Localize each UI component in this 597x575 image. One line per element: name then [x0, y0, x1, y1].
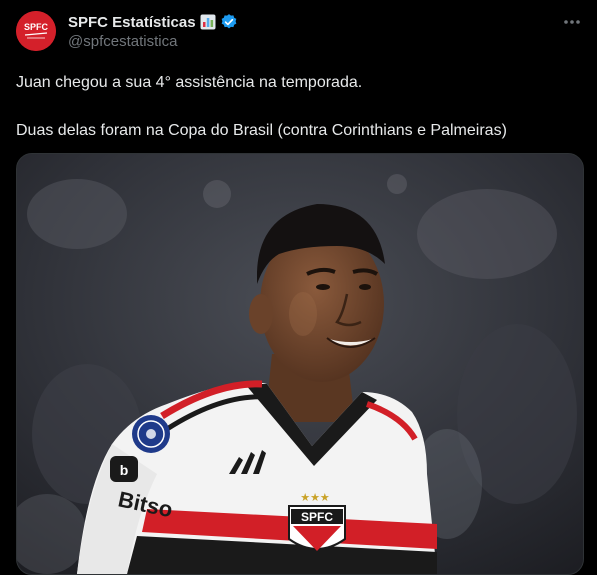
- tweet-photo[interactable]: b Bitso ★★★ SPFC: [16, 153, 584, 575]
- bar-chart-emoji-icon: [200, 14, 216, 30]
- svg-text:b: b: [120, 462, 129, 478]
- more-options-icon: [564, 20, 580, 24]
- spfc-logo-icon: SPFC: [16, 11, 56, 51]
- svg-text:SPFC: SPFC: [24, 22, 49, 32]
- author-name-row[interactable]: SPFC Estatísticas: [68, 12, 238, 32]
- display-name[interactable]: SPFC Estatísticas: [68, 14, 196, 31]
- avatar[interactable]: SPFC: [16, 11, 56, 51]
- verified-badge-icon: [220, 13, 238, 31]
- player-photo: b Bitso ★★★ SPFC: [17, 154, 583, 574]
- more-options-button[interactable]: [561, 12, 583, 32]
- svg-text:SPFC: SPFC: [301, 510, 333, 524]
- account-handle[interactable]: @spfcestatistica: [68, 33, 177, 50]
- tweet-text-line-2: Duas delas foram na Copa do Brasil (cont…: [16, 122, 507, 139]
- svg-text:★★★: ★★★: [300, 491, 330, 504]
- tweet-text-line-1: Juan chegou a sua 4° assistência na temp…: [16, 74, 363, 91]
